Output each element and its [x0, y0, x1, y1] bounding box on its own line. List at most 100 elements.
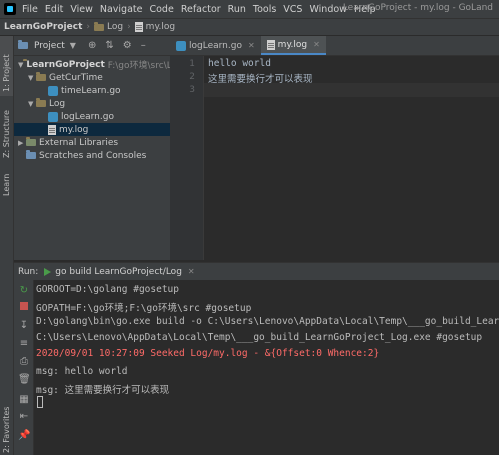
- menu-bar: File Edit View Navigate Code Refactor Ru…: [0, 0, 499, 18]
- tree-item-label: timeLearn.go: [61, 85, 121, 96]
- close-icon[interactable]: ✕: [248, 41, 255, 50]
- chevron-down-icon[interactable]: ▼: [18, 61, 23, 69]
- tree-item-label: GetCurTime: [49, 72, 103, 83]
- chevron-right-icon: ›: [86, 22, 90, 32]
- console-line: D:\golang\bin\go.exe build -o C:\Users\L…: [36, 316, 499, 327]
- console-cursor: [37, 396, 43, 408]
- breadcrumb-file[interactable]: my.log: [146, 22, 175, 32]
- tree-item-learngoproject[interactable]: ▼ LearnGoProject F:\go环境\src\Le: [14, 58, 174, 71]
- chevron-right-icon[interactable]: ▶: [18, 139, 26, 147]
- tree-item-external-libraries[interactable]: ▶ External Libraries: [14, 136, 174, 149]
- menu-run[interactable]: Run: [228, 4, 246, 15]
- tree-item-scratches[interactable]: Scratches and Consoles: [14, 149, 174, 162]
- tool-window-project[interactable]: 1: Project: [2, 54, 11, 92]
- menu-edit[interactable]: Edit: [45, 4, 63, 15]
- tree-item-path: F:\go环境\src\Le: [107, 61, 174, 71]
- folder-icon: [93, 21, 104, 31]
- run-panel-header: Run: go build LearnGoProject/Log ✕: [14, 262, 499, 280]
- line-number: 3: [189, 85, 195, 95]
- menu-code[interactable]: Code: [149, 4, 173, 15]
- breadcrumb: LearnGoProject › Log › my.log: [0, 18, 499, 36]
- line-number-gutter: 1 2 3: [170, 56, 204, 260]
- pin-icon[interactable]: 📌: [18, 430, 30, 442]
- menu-refactor[interactable]: Refactor: [181, 4, 221, 15]
- tree-item-getcurtime[interactable]: ▼ GetCurTime: [14, 71, 184, 84]
- print-icon[interactable]: ⎙: [18, 356, 30, 368]
- project-tree: ▼ LearnGoProject F:\go环境\src\Le ▼ GetCur…: [14, 56, 204, 260]
- tab-loglearn[interactable]: logLearn.go ✕: [170, 36, 261, 55]
- code-editor[interactable]: hello world 这里需要换行才可以表现: [204, 56, 499, 260]
- folder-icon: [36, 98, 46, 107]
- trash-icon[interactable]: 🗑: [18, 374, 31, 386]
- console-output[interactable]: GOROOT=D:\golang #gosetup GOPATH=F:\go环境…: [34, 280, 499, 455]
- scratches-icon: [26, 150, 36, 159]
- folder-icon: [36, 72, 46, 81]
- soft-wrap-icon[interactable]: ≡: [18, 338, 30, 350]
- menu-window[interactable]: Window: [309, 4, 346, 15]
- project-view-icon: [18, 40, 28, 49]
- tree-item-label: logLearn.go: [61, 111, 114, 122]
- code-line: 这里需要换行才可以表现: [208, 74, 313, 85]
- tool-window-learn[interactable]: Learn: [2, 174, 11, 196]
- editor-tabs: logLearn.go ✕ my.log ✕: [170, 36, 499, 56]
- console-line-error: 2020/09/01 10:27:09 Seeked Log/my.log - …: [36, 348, 380, 359]
- run-label: Run:: [18, 266, 39, 277]
- run-config-tab[interactable]: go build LearnGoProject/Log ✕: [44, 266, 195, 277]
- tool-window-structure[interactable]: Z: Structure: [2, 110, 11, 158]
- goland-logo-icon: [4, 3, 16, 15]
- run-toolbar: ↻ ↧ ≡ ⎙ 🗑 ▦ ⇤ 📌: [14, 280, 34, 455]
- chevron-right-icon: ›: [127, 22, 131, 32]
- chevron-down-icon[interactable]: ▼: [28, 74, 36, 82]
- project-panel-header: Project ▼ ⊕ ⇅ ⚙ –: [14, 36, 170, 56]
- tree-item-label: Scratches and Consoles: [39, 150, 147, 161]
- tab-mylog[interactable]: my.log ✕: [260, 36, 326, 55]
- menu-tools[interactable]: Tools: [253, 4, 276, 15]
- line-number: 1: [189, 59, 195, 69]
- text-file-icon: [134, 22, 143, 32]
- rerun-icon[interactable]: ↻: [18, 285, 30, 297]
- collapse-icon[interactable]: ⇅: [105, 40, 113, 51]
- console-line: C:\Users\Lenovo\AppData\Local\Temp\___go…: [36, 332, 483, 343]
- scroll-down-icon[interactable]: ↧: [18, 320, 30, 332]
- tool-window-favorites[interactable]: 2: Favorites: [2, 407, 11, 453]
- console-line: GOROOT=D:\golang #gosetup: [36, 284, 179, 295]
- text-file-icon: [266, 39, 275, 50]
- gear-icon[interactable]: ⚙: [123, 40, 132, 51]
- menu-vcs[interactable]: VCS: [283, 4, 302, 15]
- library-icon: [26, 137, 36, 146]
- close-icon[interactable]: ✕: [188, 267, 195, 276]
- project-view-dropdown[interactable]: Project: [34, 41, 65, 51]
- tab-label: my.log: [277, 39, 308, 50]
- run-config-label: go build LearnGoProject/Log: [55, 266, 182, 277]
- go-file-icon: [48, 111, 58, 122]
- tree-item-label: External Libraries: [39, 137, 119, 148]
- collapse-icon[interactable]: ⇤: [18, 411, 30, 423]
- breadcrumb-project[interactable]: LearnGoProject: [4, 22, 82, 32]
- chevron-down-icon[interactable]: ▼: [28, 100, 36, 108]
- minimize-icon[interactable]: –: [141, 40, 146, 51]
- console-line: msg: hello world: [36, 366, 128, 377]
- menu-view[interactable]: View: [70, 4, 93, 15]
- console-line: GOPATH=F:\go环境;F:\go环境\src #gosetup: [36, 303, 252, 314]
- chevron-down-icon[interactable]: ▼: [70, 41, 76, 50]
- tree-item-label: LearnGoProject: [26, 59, 105, 70]
- stop-icon[interactable]: [18, 302, 30, 314]
- left-tool-strip: 1: Project Z: Structure Learn 2: Favorit…: [0, 36, 14, 455]
- project-panel: Project ▼ ⊕ ⇅ ⚙ – ▼ LearnGoProject F:\go…: [14, 36, 204, 260]
- line-number: 2: [189, 72, 195, 82]
- run-icon: [44, 267, 52, 276]
- breadcrumb-folder[interactable]: Log: [107, 22, 123, 32]
- crosshair-icon[interactable]: ⊕: [88, 40, 96, 51]
- tree-item-label: my.log: [59, 124, 89, 135]
- close-icon[interactable]: ✕: [313, 40, 320, 49]
- tree-item-label: Log: [49, 98, 66, 109]
- menu-navigate[interactable]: Navigate: [100, 4, 143, 15]
- menu-file[interactable]: File: [22, 4, 38, 15]
- console-line: msg: 这里需要换行才可以表现: [36, 385, 170, 396]
- tree-item-log[interactable]: ▼ Log: [14, 97, 184, 110]
- layout-icon[interactable]: ▦: [18, 394, 30, 406]
- go-file-icon: [176, 40, 186, 51]
- code-line: hello world: [208, 58, 271, 69]
- text-file-icon: [48, 124, 56, 135]
- window-title: LearnGoProject - my.log - GoLand: [342, 3, 493, 13]
